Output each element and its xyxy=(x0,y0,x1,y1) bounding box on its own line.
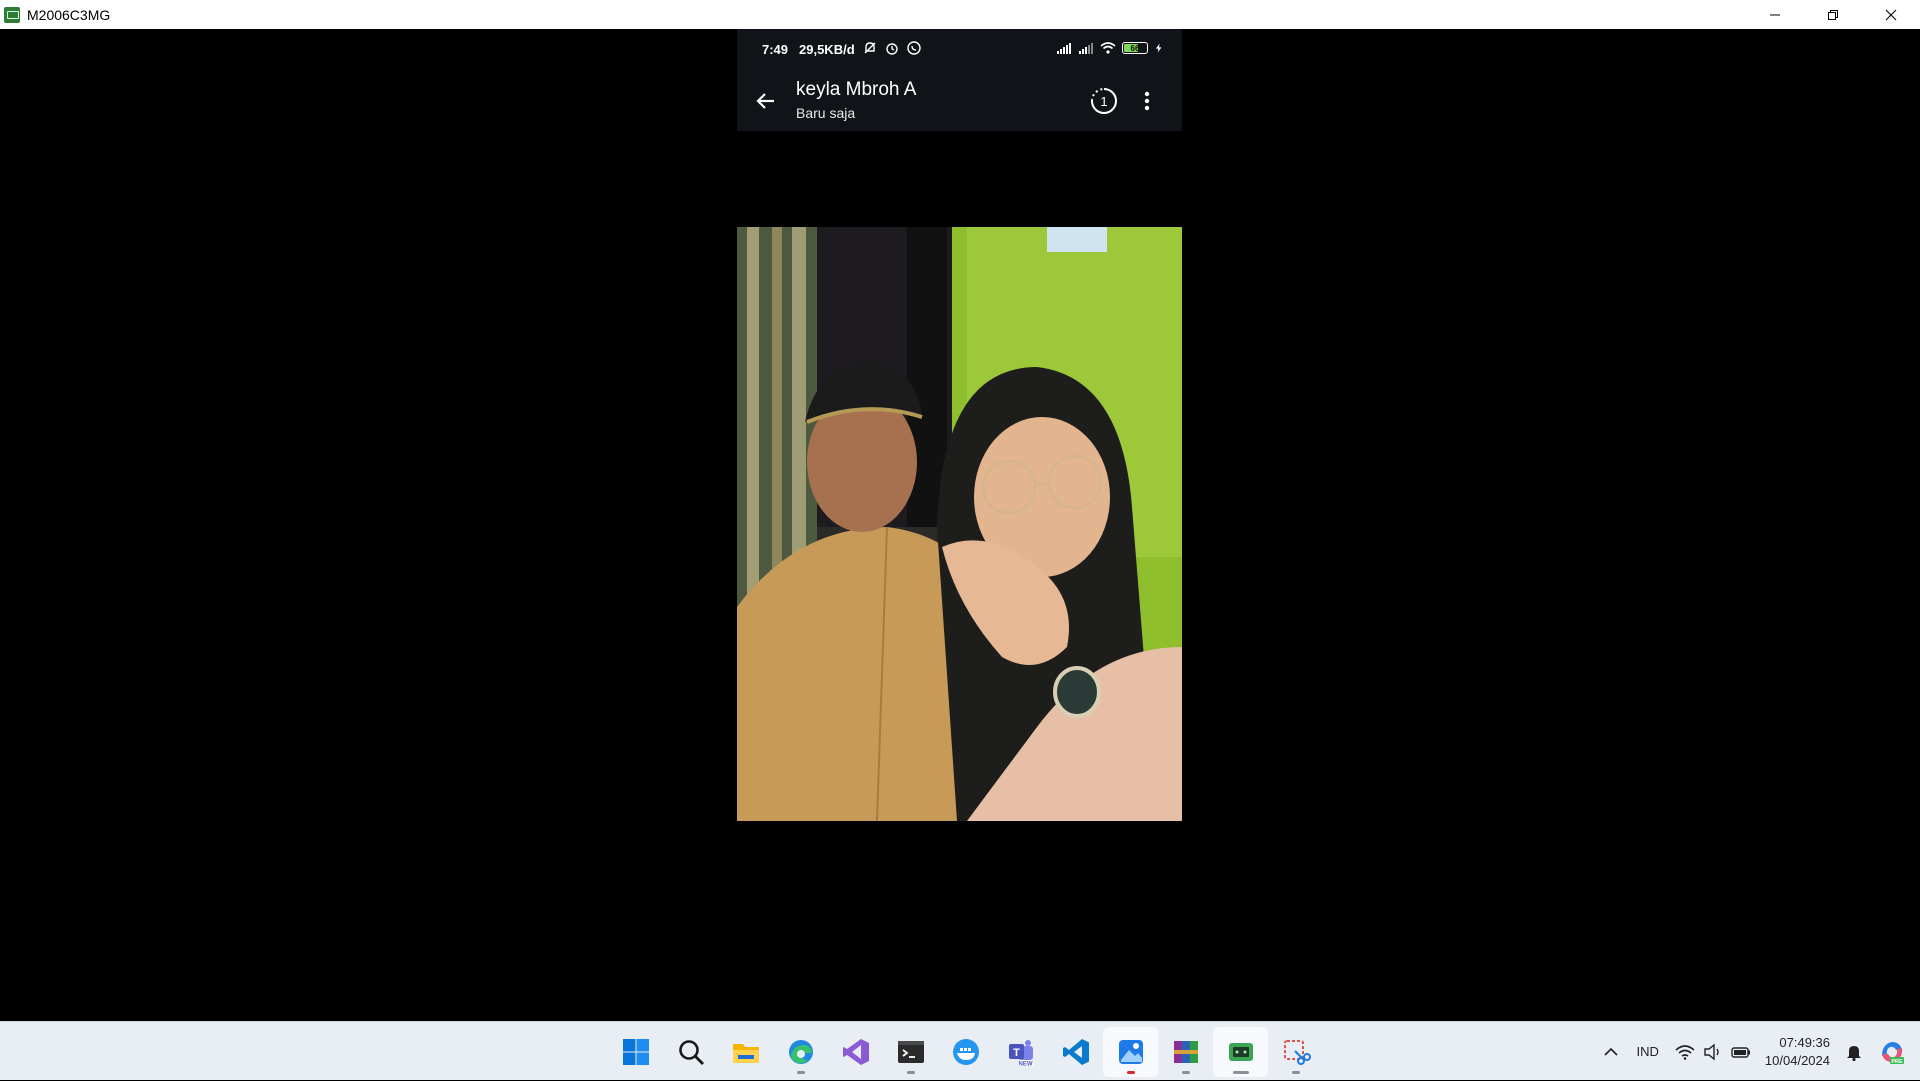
running-indicator xyxy=(1181,1070,1190,1074)
window-controls xyxy=(1746,0,1920,29)
clock-time: 07:49:36 xyxy=(1779,1034,1830,1050)
window-titlebar: M2006C3MG xyxy=(0,0,1920,29)
show-hidden-icons-button[interactable] xyxy=(1601,1022,1621,1081)
svg-text:T: T xyxy=(1013,1047,1020,1059)
phone-status-bar: 7:49 29,5KB/d 66 xyxy=(737,29,1182,71)
restore-icon xyxy=(1828,9,1838,20)
timer-label: 1 xyxy=(1100,94,1107,109)
running-indicator xyxy=(906,1070,915,1074)
close-icon xyxy=(1885,9,1897,20)
teams[interactable]: T NEW xyxy=(993,1027,1048,1077)
window-title: M2006C3MG xyxy=(27,6,111,23)
teams-icon: T NEW xyxy=(1008,1039,1033,1067)
docker[interactable] xyxy=(938,1027,993,1077)
search-icon xyxy=(678,1039,704,1065)
battery-icon: 66 xyxy=(1122,42,1148,54)
photos[interactable] xyxy=(1103,1026,1158,1077)
folder-icon xyxy=(732,1043,759,1063)
chevron-up-icon xyxy=(1603,1047,1618,1056)
battery-icon xyxy=(1731,1046,1750,1058)
signal-icon xyxy=(1056,40,1072,56)
search-button[interactable] xyxy=(663,1027,718,1077)
contact-name[interactable]: keyla Mbroh A xyxy=(796,79,916,101)
visual-studio-icon xyxy=(842,1038,869,1065)
mute-icon xyxy=(862,40,878,56)
close-button[interactable] xyxy=(1862,0,1920,29)
copilot-badge: PRE xyxy=(1891,1058,1903,1064)
minimize-icon xyxy=(1770,14,1780,15)
scrcpy[interactable] xyxy=(1213,1026,1268,1077)
whatsapp-icon xyxy=(906,40,922,56)
scrcpy-icon xyxy=(1228,1042,1253,1061)
minimize-button[interactable] xyxy=(1746,0,1804,29)
volume-button[interactable] xyxy=(1703,1022,1723,1081)
clock-button[interactable]: 07:49:36 10/04/2024 xyxy=(1751,1022,1844,1081)
more-vert-icon xyxy=(1144,91,1150,111)
status-network-speed: 29,5KB/d xyxy=(799,42,855,57)
docker-icon xyxy=(952,1038,979,1065)
winrar[interactable] xyxy=(1158,1027,1213,1077)
terminal-icon xyxy=(897,1040,924,1063)
back-arrow-icon xyxy=(756,93,774,109)
status-icons-right: 66 xyxy=(1056,40,1164,56)
vscode-icon xyxy=(1062,1038,1089,1065)
running-indicator xyxy=(1232,1070,1249,1074)
snipping-tool[interactable] xyxy=(1268,1027,1323,1077)
taskbar-apps: T NEW xyxy=(608,1022,1323,1081)
volume-icon xyxy=(1704,1043,1719,1060)
vscode[interactable] xyxy=(1048,1027,1103,1077)
wifi-icon xyxy=(1100,40,1116,56)
terminal[interactable] xyxy=(883,1027,938,1077)
edge-icon xyxy=(788,1039,813,1064)
running-indicator xyxy=(1291,1070,1300,1074)
notification-indicator xyxy=(1126,1070,1135,1074)
view-once-timer-icon: 1 xyxy=(1091,88,1117,114)
alarm-icon xyxy=(884,40,900,56)
edge-browser[interactable] xyxy=(773,1027,828,1077)
scrcpy-app-icon xyxy=(4,6,20,23)
status-icons-left xyxy=(862,40,922,56)
windows-icon xyxy=(622,1038,649,1065)
svg-text:NEW: NEW xyxy=(1018,1061,1032,1067)
status-photo[interactable] xyxy=(737,227,1182,821)
file-explorer[interactable] xyxy=(718,1027,773,1077)
clock-date: 10/04/2024 xyxy=(1764,1052,1830,1068)
more-options-button[interactable] xyxy=(1135,84,1159,118)
visual-studio[interactable] xyxy=(828,1027,883,1077)
view-once-timer-button[interactable]: 1 xyxy=(1087,84,1121,118)
status-photo-image xyxy=(737,227,1182,821)
status-time: 7:49 xyxy=(762,42,789,57)
network-button[interactable] xyxy=(1675,1022,1695,1081)
back-button[interactable] xyxy=(751,86,781,116)
bell-icon xyxy=(1847,1045,1861,1061)
copilot-button[interactable]: PRE xyxy=(1878,1022,1906,1081)
wifi-icon xyxy=(1675,1044,1695,1060)
windows-taskbar: T NEW IND 07:49:36 10/04/2024 PRE xyxy=(0,1021,1920,1080)
signal-icon xyxy=(1078,40,1094,56)
copilot-icon: PRE xyxy=(1882,1041,1904,1064)
phone-screen[interactable]: 7:49 29,5KB/d 66 keyla Mbroh A Baru saja… xyxy=(737,29,1182,1021)
winrar-icon xyxy=(1173,1040,1198,1063)
status-time-ago: Baru saja xyxy=(796,105,856,121)
running-indicator xyxy=(796,1070,805,1074)
battery-button[interactable] xyxy=(1731,1022,1751,1081)
photos-icon xyxy=(1118,1039,1143,1064)
system-tray: IND 07:49:36 10/04/2024 PRE xyxy=(1601,1022,1920,1081)
notifications-button[interactable] xyxy=(1844,1022,1864,1081)
input-language[interactable]: IND xyxy=(1637,1022,1659,1081)
restore-button[interactable] xyxy=(1804,0,1862,29)
status-viewer-app-bar: keyla Mbroh A Baru saja 1 xyxy=(737,71,1182,131)
charging-icon xyxy=(1154,40,1164,56)
battery-level-text: 66 xyxy=(1130,43,1140,53)
snipping-icon xyxy=(1283,1039,1311,1065)
start-button[interactable] xyxy=(608,1027,663,1077)
